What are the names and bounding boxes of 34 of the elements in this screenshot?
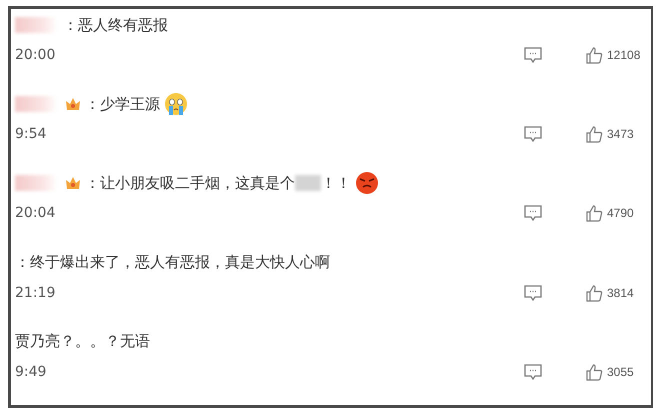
comment-text: ：让小朋友吸二手烟，这真是个 xyxy=(85,174,295,193)
reply-icon[interactable] xyxy=(523,46,543,64)
crying-emoji-icon xyxy=(164,92,188,116)
thumbs-up-icon xyxy=(585,284,603,302)
like-button[interactable]: 3814 xyxy=(585,284,643,302)
reply-icon[interactable] xyxy=(523,362,543,381)
comment-text: 贾乃亮？。。？无语 xyxy=(15,332,150,352)
reply-icon[interactable] xyxy=(523,204,543,222)
comment-text: ！！ xyxy=(321,174,351,193)
reply-icon[interactable] xyxy=(523,125,543,144)
like-button[interactable]: 4790 xyxy=(585,204,643,222)
comment-time: 9:54 xyxy=(15,126,48,142)
like-count: 4790 xyxy=(607,206,634,220)
thumbs-up-icon xyxy=(585,362,603,381)
like-count: 3473 xyxy=(607,127,634,142)
comment-text: ：恶人终有恶报 xyxy=(63,16,168,34)
comment-text: ：少学王源 xyxy=(85,94,160,114)
like-count: 3055 xyxy=(607,364,634,379)
blurred-word xyxy=(295,175,321,192)
like-button[interactable]: 3055 xyxy=(585,362,643,381)
thumbs-up-icon xyxy=(585,125,603,144)
comment-time: 9:49 xyxy=(15,364,48,380)
thumbs-up-icon xyxy=(585,204,603,222)
comment-time: 21:19 xyxy=(15,284,56,301)
comment-time: 20:04 xyxy=(15,205,56,222)
comment-time: 20:00 xyxy=(15,47,56,63)
thumbs-up-icon xyxy=(585,46,603,64)
angry-emoji-icon xyxy=(355,171,379,196)
like-count: 12108 xyxy=(607,48,640,62)
comment-text: ：终于爆出来了，恶人有恶报，真是大快人心啊 xyxy=(15,253,330,272)
reply-icon[interactable] xyxy=(523,284,543,302)
like-button[interactable]: 12108 xyxy=(585,46,643,64)
like-button[interactable]: 3473 xyxy=(585,125,643,144)
like-count: 3814 xyxy=(607,286,634,300)
